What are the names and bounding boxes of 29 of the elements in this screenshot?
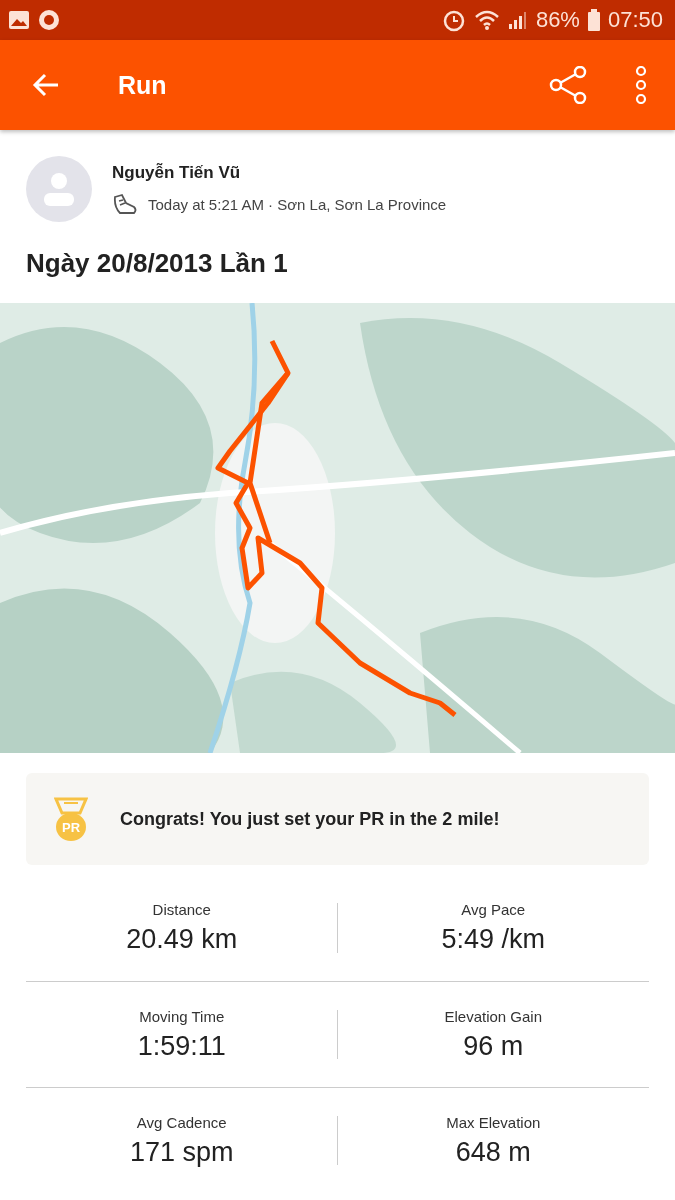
signal-icon bbox=[507, 10, 528, 30]
stat-label: Avg Cadence bbox=[136, 1113, 227, 1131]
back-button[interactable] bbox=[32, 73, 60, 97]
stat-label: Avg Pace bbox=[461, 901, 526, 918]
achievement-text: Congrats! You just set your PR in the 2 mile! bbox=[120, 808, 500, 830]
stat-label: Distance bbox=[152, 901, 211, 918]
stat-label: Elevation Gain bbox=[444, 1007, 543, 1025]
stat-value: 171 spm bbox=[129, 1136, 234, 1168]
alarm-icon bbox=[441, 8, 466, 32]
stat-value: 20.49 km bbox=[126, 924, 238, 955]
stat-value: 1:59:11 bbox=[137, 1030, 226, 1062]
stat-value: 5:49 /km bbox=[441, 924, 545, 955]
more-menu-button[interactable] bbox=[635, 66, 647, 104]
share-button[interactable] bbox=[549, 66, 587, 104]
stat-value: 648 m bbox=[455, 1136, 531, 1168]
stat-label: Moving Time bbox=[139, 1007, 225, 1025]
stat-label: Max Elevation bbox=[446, 1113, 541, 1131]
battery-icon bbox=[587, 9, 600, 31]
athlete-name[interactable]: Nguyễn Tiến Vũ bbox=[112, 163, 447, 183]
activity-meta: Today at 5:21 AM · Sơn La, Sơn La Province bbox=[148, 195, 447, 213]
record-icon bbox=[38, 9, 60, 31]
wifi-icon bbox=[473, 9, 500, 31]
screen-title: Run bbox=[118, 70, 167, 100]
shoe-icon bbox=[112, 193, 138, 215]
image-icon bbox=[8, 10, 30, 30]
activity-title: Ngày 20/8/2013 Lần 1 bbox=[26, 248, 289, 279]
clock: 07:50 bbox=[607, 7, 663, 33]
battery-level: 86% bbox=[535, 7, 580, 33]
stat-value: 96 m bbox=[463, 1030, 524, 1062]
